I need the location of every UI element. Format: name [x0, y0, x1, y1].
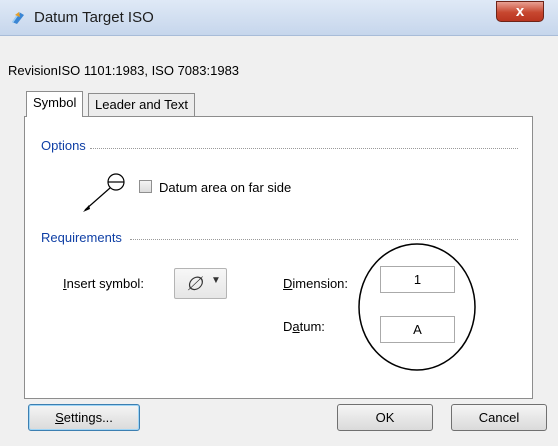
title-bar: Datum Target ISO x [0, 0, 558, 36]
close-button[interactable]: x [496, 1, 544, 22]
tab-symbol[interactable]: Symbol [26, 91, 84, 117]
far-side-checkbox-label[interactable]: Datum area on far side [159, 180, 291, 195]
options-divider [90, 148, 518, 149]
datum-target-symbol-icon [83, 173, 125, 212]
datum-target-dialog: Datum Target ISO x RevisionISO 1101:1983… [0, 0, 558, 446]
tab-leader-label: Leader and Text [95, 97, 188, 112]
options-heading: Options [41, 138, 90, 153]
diameter-symbol-icon: ∅ [186, 274, 203, 295]
insert-symbol-dropdown[interactable]: ∅ ▼ [174, 268, 227, 299]
datum-target-circle-icon [358, 243, 476, 371]
far-side-checkbox[interactable] [139, 180, 152, 193]
chevron-down-icon: ▼ [211, 275, 221, 286]
dimension-label: Dimension: [283, 276, 349, 291]
window-title: Datum Target ISO [34, 9, 154, 26]
revision-text: RevisionISO 1101:1983, ISO 7083:1983 [8, 63, 240, 78]
cancel-button[interactable]: Cancel [451, 404, 547, 431]
insert-symbol-label: Insert symbol: [63, 276, 144, 291]
ok-button[interactable]: OK [337, 404, 433, 431]
datum-target-icon [12, 12, 24, 24]
settings-button[interactable]: Settings... [28, 404, 140, 431]
datum-label: Datum: [283, 319, 325, 334]
tab-leader-and-text[interactable]: Leader and Text [88, 93, 195, 116]
requirements-heading: Requirements [41, 230, 126, 245]
close-icon: x [515, 3, 525, 20]
tab-symbol-label: Symbol [33, 95, 77, 110]
